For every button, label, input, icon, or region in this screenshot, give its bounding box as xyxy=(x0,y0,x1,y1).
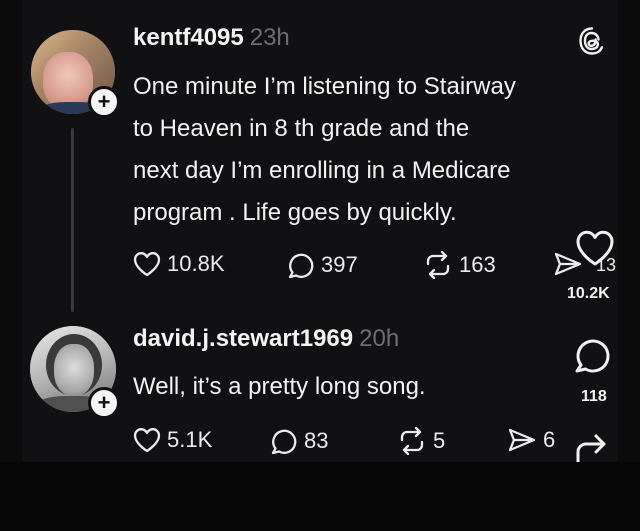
post-time: 23h xyxy=(249,24,290,51)
username-text[interactable]: kentf4095 xyxy=(133,24,244,51)
send-icon xyxy=(508,428,536,452)
like-count: 5.1K xyxy=(167,427,213,452)
repost-button[interactable]: 163 xyxy=(423,251,496,279)
heart-icon xyxy=(133,252,161,277)
post-text-line: One minute I’m listening to Stairway xyxy=(133,73,516,100)
reply-text: Well, it’s a pretty long song. xyxy=(133,373,426,400)
like-button[interactable]: 5.1K xyxy=(133,427,212,453)
speech-bubble-icon xyxy=(288,253,314,279)
reply-username[interactable]: david.j.stewart1969 20h xyxy=(133,325,399,353)
post-text: One minute I’m listening to Stairway to … xyxy=(133,66,516,234)
threads-logo-icon xyxy=(579,27,604,55)
avatar-face xyxy=(54,344,94,396)
repost-icon xyxy=(426,251,450,279)
forward-arrow-icon[interactable] xyxy=(572,432,612,462)
post-text-line: to Heaven in 8 th grade and the xyxy=(133,115,470,142)
reply-count: 397 xyxy=(321,252,358,277)
reply-count: 83 xyxy=(304,428,329,453)
overlay-heart-count: 10.2K xyxy=(567,285,610,302)
share-button[interactable]: 6 xyxy=(507,427,555,453)
overlay-comment-count: 118 xyxy=(581,388,607,405)
like-button[interactable]: 10.8K xyxy=(133,251,225,277)
bottom-black-bar xyxy=(0,462,640,531)
follow-plus-icon[interactable]: + xyxy=(88,387,120,419)
repost-count: 163 xyxy=(459,252,496,277)
reply-time: 20h xyxy=(359,325,400,352)
post-text-line: program . Life goes by quickly. xyxy=(133,199,457,226)
post-text-line: next day I’m enrolling in a Medicare xyxy=(133,157,511,184)
like-count: 10.8K xyxy=(167,251,225,276)
speech-bubble-icon xyxy=(271,429,297,455)
follow-plus-icon[interactable]: + xyxy=(88,86,120,118)
share-count: 6 xyxy=(543,427,556,452)
reply-button[interactable]: 397 xyxy=(287,251,358,279)
reply-button[interactable]: 83 xyxy=(270,427,328,455)
repost-button[interactable]: 5 xyxy=(397,427,445,455)
username-text[interactable]: david.j.stewart1969 xyxy=(133,325,353,352)
thread-line xyxy=(71,128,74,312)
overlay-heart-icon[interactable] xyxy=(574,228,616,268)
repost-icon xyxy=(400,427,424,455)
post-username[interactable]: kentf4095 23h xyxy=(133,24,290,52)
repost-count: 5 xyxy=(433,428,446,453)
heart-icon xyxy=(133,428,161,453)
overlay-comment-icon[interactable] xyxy=(573,336,611,374)
